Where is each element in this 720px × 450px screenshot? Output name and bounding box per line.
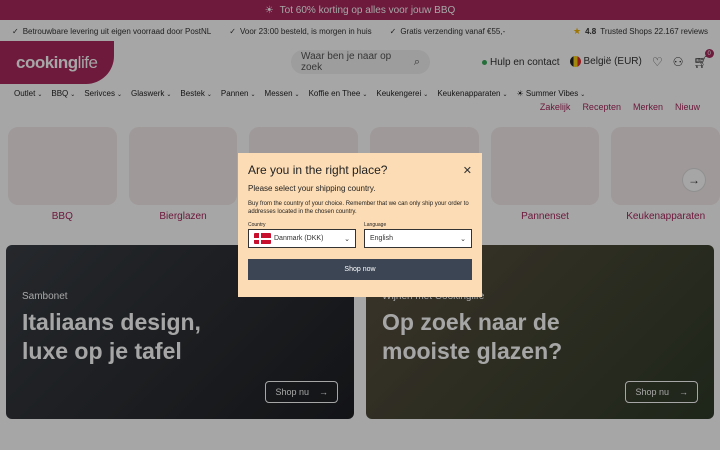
country-field: Country Danmark (DKK) ⌄	[248, 222, 356, 249]
modal-body: Buy from the country of your choice. Rem…	[248, 201, 469, 216]
chevron-down-icon: ⌄	[460, 235, 466, 243]
shop-now-modal-button[interactable]: Shop now	[248, 259, 472, 281]
chevron-down-icon: ⌄	[344, 235, 350, 243]
modal-subtitle: Please select your shipping country.	[248, 184, 376, 193]
country-label: Country	[248, 222, 266, 229]
modal-fields: Country Danmark (DKK) ⌄ Language English…	[248, 222, 472, 249]
country-select[interactable]: Danmark (DKK) ⌄	[248, 229, 356, 249]
country-selection-modal: Are you in the right place? ✕ Please sel…	[238, 153, 482, 297]
denmark-flag-icon	[254, 233, 271, 245]
language-label: Language	[364, 222, 387, 229]
language-select[interactable]: English ⌄	[364, 229, 472, 249]
language-field: Language English ⌄	[364, 222, 472, 249]
close-icon[interactable]: ✕	[463, 164, 472, 177]
modal-title: Are you in the right place?	[248, 163, 388, 177]
